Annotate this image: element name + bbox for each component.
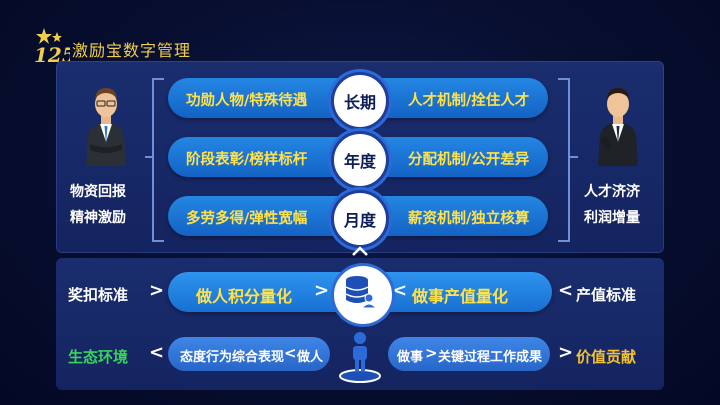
person-pedestal-icon xyxy=(339,332,381,383)
value-contribution-label: 价值贡献 xyxy=(576,346,636,367)
row-annual-right-text: 分配机制/公开差异 xyxy=(408,152,530,168)
database-user-icon xyxy=(345,276,377,309)
chevron-up-icon xyxy=(352,246,368,256)
attitude-text: 态度行为综合表现 xyxy=(180,350,285,365)
left-bracket-tick xyxy=(145,156,153,158)
output-standard-label: 产值标准 xyxy=(576,286,637,304)
ecology-label-text: 生态环境 xyxy=(68,348,129,366)
brand-logo-icon: 125 xyxy=(34,28,70,66)
right-bracket-tick xyxy=(570,156,578,158)
chevron-left-icon: < xyxy=(149,342,165,363)
businessman-right-icon xyxy=(598,88,638,166)
left-label-1: 物资回报 xyxy=(70,184,126,200)
cycle-badge-long: 长期 xyxy=(331,72,389,130)
row-annual-left-text: 阶段表彰/榜样标杆 xyxy=(186,152,308,168)
chevron-left-icon: < xyxy=(284,344,297,362)
chevron-left-icon: < xyxy=(558,280,574,301)
businessman-left-icon xyxy=(86,88,126,166)
cycle-badge-monthly: 月度 xyxy=(331,190,389,248)
brand-title: 激励宝数字管理 xyxy=(72,41,192,60)
left-label-2: 精神激励 xyxy=(70,210,126,226)
chevron-right-icon: > xyxy=(149,280,165,301)
chevron-right-icon: > xyxy=(558,342,574,363)
right-bracket xyxy=(558,78,570,242)
work-head-text: 做事 xyxy=(397,350,424,365)
row-long-right-text: 人才机制/拴住人才 xyxy=(408,93,530,109)
right-label-2: 利润增量 xyxy=(584,210,640,226)
cycle-badge-annual: 年度 xyxy=(331,131,389,189)
ecology-label: 生态环境 xyxy=(68,346,128,367)
right-label-1: 人才济济 xyxy=(584,184,640,200)
person-tail-text: 做人 xyxy=(297,350,324,365)
work-output-text: 做事产值量化 xyxy=(412,287,509,306)
chevron-right-icon: > xyxy=(425,344,438,362)
row-long-left-text: 功勋人物/特殊待遇 xyxy=(186,93,308,109)
left-bracket xyxy=(152,78,164,242)
reward-standard-label: 奖扣标准 xyxy=(68,286,129,304)
person-points-text: 做人积分量化 xyxy=(196,287,293,306)
row-monthly-left-text: 多劳多得/弹性宽幅 xyxy=(186,211,308,227)
row-monthly-right-text: 薪资机制/独立核算 xyxy=(408,211,530,227)
chevron-right-icon: > xyxy=(314,280,330,301)
value-contribution-text: 价值贡献 xyxy=(576,348,637,366)
key-process-text: 关键过程工作成果 xyxy=(438,350,543,365)
